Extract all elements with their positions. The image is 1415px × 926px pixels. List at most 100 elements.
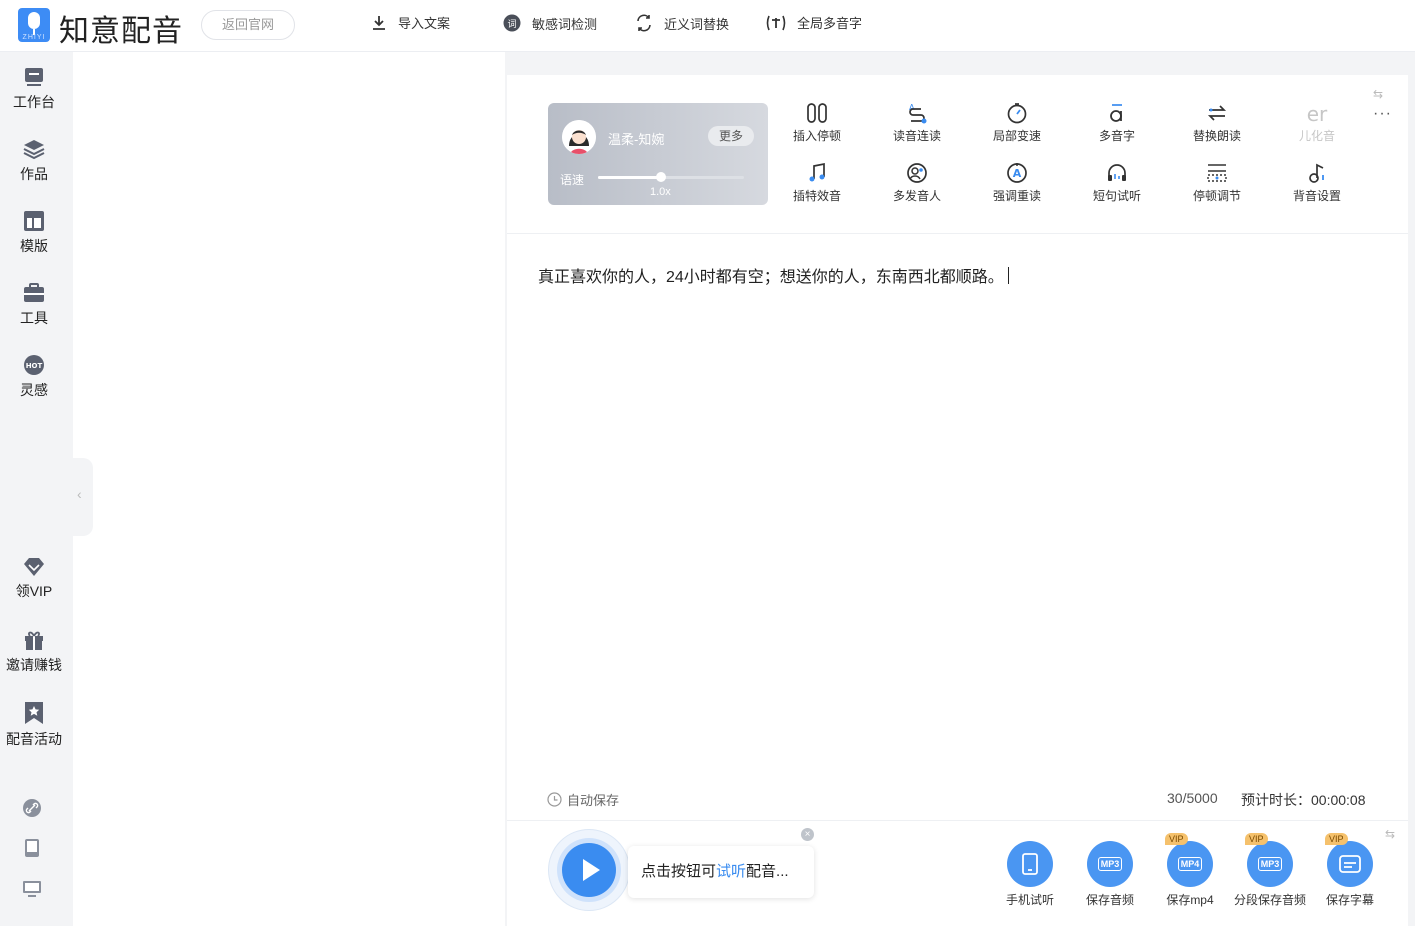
tool-polyphone[interactable]: 多音字: [1077, 102, 1157, 144]
pause-adjust-icon: [1207, 164, 1227, 182]
mp4-icon: MP4: [1177, 857, 1203, 871]
sidebar-item-invite[interactable]: 邀请赚钱: [0, 629, 68, 675]
brand-title: 知意配音: [59, 14, 183, 49]
save-mp4-button[interactable]: VIP MP4 保存mp4: [1145, 833, 1235, 908]
import-script-button[interactable]: 导入文案: [370, 13, 450, 32]
monitor-icon[interactable]: [22, 879, 42, 899]
toolbox-icon: [24, 283, 44, 302]
more-voices-button[interactable]: 更多: [708, 126, 754, 146]
link-icon[interactable]: [22, 798, 42, 818]
listen-link[interactable]: 试听: [716, 863, 746, 880]
back-to-site-button[interactable]: 返回官网: [201, 10, 295, 40]
svg-text:er: er: [1307, 102, 1328, 124]
synonym-replace-button[interactable]: 近义词替换: [634, 13, 729, 33]
liaison-icon: A: [909, 103, 927, 124]
speed-slider[interactable]: [598, 172, 744, 182]
swap-footer-icon[interactable]: ⇆: [1385, 827, 1395, 841]
insert-pause-icon: [807, 103, 827, 123]
polyphone-icon: [1110, 104, 1122, 122]
chevron-left-icon: ‹: [77, 486, 82, 502]
vip-badge: VIP: [1245, 833, 1268, 845]
sidebar-item-template[interactable]: 模版: [0, 210, 68, 256]
tool-multi-speaker[interactable]: 多发音人: [877, 162, 957, 204]
phone-icon: [1022, 853, 1038, 875]
bookmark-star-icon: [25, 702, 43, 724]
sidebar-item-tools[interactable]: 工具: [0, 282, 68, 328]
sensitive-check-button[interactable]: 词 敏感词检测: [502, 13, 597, 33]
gift-icon: [25, 631, 43, 650]
editor-panel: 温柔-知婉 更多 语速 1.0x 插入停顿 A 读音连读 局部变速 多音字 替换…: [507, 75, 1408, 926]
polyphone-global-icon: [766, 15, 786, 30]
save-audio-button[interactable]: MP3 保存音频: [1065, 841, 1155, 908]
speed-slider-fill: [598, 176, 661, 179]
left-sidebar: 工作台 作品 模版 工具 HOT 灵感 领VIP 邀请赚钱 配音活动: [0, 52, 73, 926]
tool-bgm[interactable]: 背音设置: [1277, 162, 1357, 204]
toolbar-divider: [507, 233, 1408, 234]
voice-name: 温柔-知婉: [608, 132, 665, 147]
tool-erhua[interactable]: er 儿化音: [1277, 102, 1357, 144]
workbench-icon: [25, 68, 43, 86]
char-count: 30/5000: [1167, 790, 1218, 806]
local-speed-icon: [1007, 103, 1027, 124]
estimated-duration: 预计时长：00:00:08: [1241, 792, 1366, 808]
mp3-segment-icon: MP3: [1257, 857, 1283, 871]
tablet-icon[interactable]: [22, 838, 42, 858]
speed-slider-handle[interactable]: [655, 172, 666, 182]
inspiration-hot-icon: HOT: [24, 355, 44, 375]
save-segmented-audio-button[interactable]: VIP MP3 分段保存音频: [1225, 833, 1315, 908]
sound-effect-icon: [809, 162, 825, 182]
more-tools-icon[interactable]: ···: [1373, 105, 1392, 123]
vip-badge: VIP: [1325, 833, 1348, 845]
clock-icon: [547, 792, 562, 807]
tool-liaison[interactable]: A 读音连读: [877, 102, 957, 144]
svg-text:HOT: HOT: [26, 362, 43, 370]
diamond-icon: [24, 558, 44, 576]
top-header: ZHIYI 知意配音 返回官网 导入文案 词 敏感词检测 近义词替换 全局多音字: [0, 0, 1415, 52]
template-icon: [24, 211, 44, 231]
speed-value: 1.0x: [650, 186, 671, 198]
logo-icon: ZHIYI: [18, 8, 50, 42]
tool-sound-effect[interactable]: 插特效音: [777, 162, 857, 204]
emphasis-icon: A: [1007, 163, 1027, 183]
sidebar-item-vip[interactable]: 领VIP: [0, 557, 68, 601]
collapse-panel-toggle[interactable]: ‹: [73, 458, 93, 536]
tool-emphasis[interactable]: A 强调重读: [977, 162, 1057, 204]
script-text-area[interactable]: 真正喜欢你的人，24小时都有空；想送你的人，东南西北都顺路。: [538, 263, 1009, 287]
global-polyphone-button[interactable]: 全局多音字: [765, 13, 862, 32]
tool-local-speed[interactable]: 局部变速: [977, 102, 1057, 144]
svg-text:词: 词: [507, 19, 516, 30]
play-button[interactable]: [562, 843, 616, 897]
voice-avatar: [562, 120, 596, 154]
sidebar-item-works[interactable]: 作品: [0, 138, 68, 184]
tool-pause-adjust[interactable]: 停顿调节: [1177, 162, 1257, 204]
footer-divider: [507, 820, 1408, 821]
vip-badge: VIP: [1165, 833, 1188, 845]
play-icon: [583, 859, 600, 881]
tool-short-listen[interactable]: 短句试听: [1077, 162, 1157, 204]
close-hint-icon[interactable]: ×: [801, 828, 814, 841]
sidebar-item-workbench[interactable]: 工作台: [0, 66, 68, 112]
voice-selector-card[interactable]: 温柔-知婉 更多 语速 1.0x: [548, 103, 768, 205]
swap-icon[interactable]: ⇆: [1373, 87, 1383, 101]
svg-text:A: A: [1013, 167, 1022, 180]
speed-label: 语速: [560, 173, 585, 187]
subtitle-icon: [1339, 855, 1361, 873]
bgm-icon: [1309, 163, 1324, 183]
works-layers-icon: [23, 140, 45, 160]
phone-listen-button[interactable]: 手机试听: [985, 841, 1075, 908]
blank-side-panel: [73, 52, 505, 926]
erhua-icon: er: [1307, 102, 1328, 124]
sidebar-item-inspiration[interactable]: HOT 灵感: [0, 354, 68, 400]
replace-read-icon: [1207, 105, 1227, 121]
play-button-ring: [548, 829, 630, 911]
mp3-icon: MP3: [1097, 857, 1123, 871]
tool-replace-read[interactable]: 替换朗读: [1177, 102, 1257, 144]
save-subtitle-button[interactable]: VIP 保存字幕: [1305, 833, 1395, 908]
import-icon: [373, 15, 385, 30]
tool-insert-pause[interactable]: 插入停顿: [777, 102, 857, 144]
autosave-status: 自动保存: [547, 790, 619, 809]
sidebar-item-events[interactable]: 配音活动: [0, 701, 68, 749]
text-caret: [1007, 267, 1009, 284]
synonym-replace-icon: [637, 14, 651, 32]
headphone-icon: [1108, 164, 1126, 181]
